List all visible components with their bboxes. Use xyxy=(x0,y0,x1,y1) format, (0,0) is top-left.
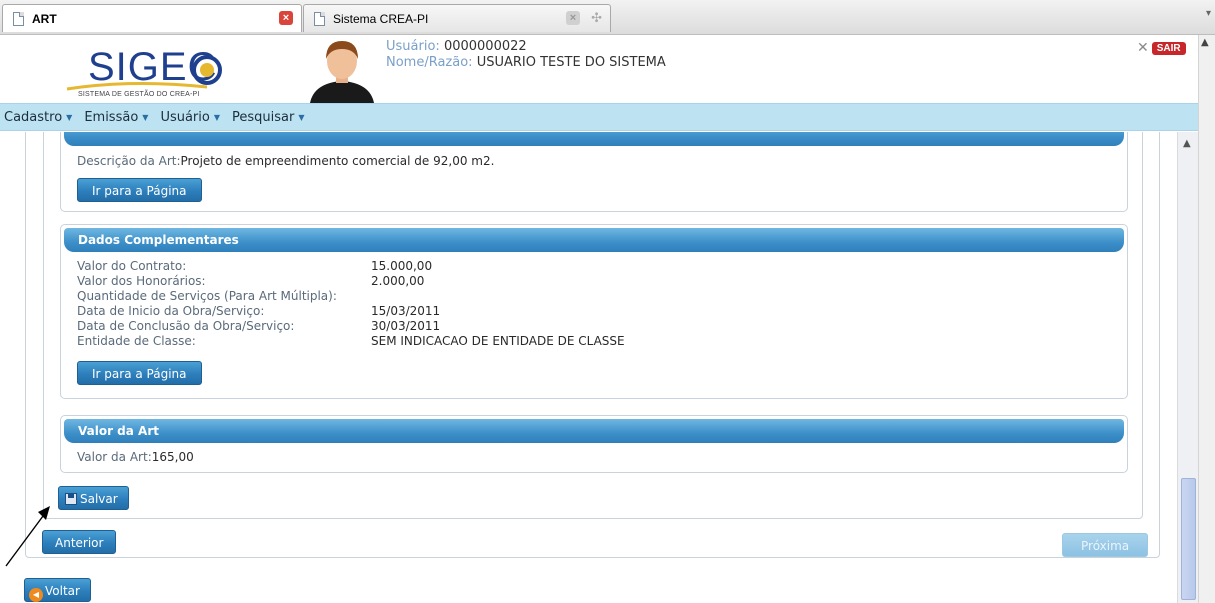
user-value: 0000000022 xyxy=(443,39,527,54)
logo-swoosh xyxy=(66,81,208,91)
main-menu: Cadastro ▼ Emissão ▼ Usuário ▼ Pesquisar… xyxy=(0,103,1198,131)
art-value-value: 165,00 xyxy=(151,450,194,464)
logo-subtitle: SISTEMA DE GESTÃO DO CREA-PI xyxy=(78,91,200,98)
next-button[interactable]: Próxima xyxy=(1062,533,1149,557)
menu-usuario[interactable]: Usuário ▼ xyxy=(160,110,220,125)
art-value-label: Valor da Art: xyxy=(77,450,152,464)
browser-tab-art[interactable]: ART × xyxy=(2,4,302,32)
caret-down-icon: ▼ xyxy=(66,112,73,122)
content-area: Descrição da Art:Projeto de empreendimen… xyxy=(0,132,1198,603)
logout-label: SAIR xyxy=(1151,41,1186,55)
user-label: Usuário: xyxy=(386,39,440,54)
panel-header-complementary: Dados Complementares xyxy=(64,228,1124,252)
complementary-data-panel: Dados Complementares Valor do Contrato: … xyxy=(60,224,1128,399)
tab-list-arrow-icon[interactable]: ▾ xyxy=(1206,8,1211,19)
page-icon xyxy=(13,11,24,26)
browser-tab-strip: ART × Sistema CREA-PI × ✣ ▾ xyxy=(0,0,1215,35)
back-label: Voltar xyxy=(45,584,80,598)
browser-tab-crea[interactable]: Sistema CREA-PI × ✣ xyxy=(303,4,611,32)
name-value: USUARIO TESTE DO SISTEMA xyxy=(476,55,666,70)
back-button[interactable]: ◀ Voltar xyxy=(24,578,91,602)
row-value: 30/03/2011 xyxy=(371,319,441,333)
logout-x-icon: ✕ xyxy=(1137,40,1149,56)
row-label: Data de Conclusão da Obra/Serviço: xyxy=(77,319,295,333)
save-label: Salvar xyxy=(80,492,118,506)
user-avatar xyxy=(306,37,378,103)
menu-label: Emissão xyxy=(84,109,139,125)
description-value: Projeto de empreendimento comercial de 9… xyxy=(180,154,495,168)
new-tab-icon[interactable]: ✣ xyxy=(591,10,602,26)
close-tab-icon[interactable]: × xyxy=(279,11,293,25)
caret-down-icon: ▼ xyxy=(213,112,220,122)
data-row: Data de Conclusão da Obra/Serviço: 30/03… xyxy=(77,319,1127,334)
caret-down-icon: ▼ xyxy=(142,112,149,122)
row-label: Data de Inicio da Obra/Serviço: xyxy=(77,304,265,318)
row-value: 15/03/2011 xyxy=(371,304,441,318)
go-to-page-button[interactable]: Ir para a Página xyxy=(77,361,202,385)
name-label: Nome/Razão: xyxy=(386,55,473,70)
data-row: Quantidade de Serviços (Para Art Múltipl… xyxy=(77,289,1127,304)
panel-header xyxy=(64,132,1124,146)
art-value-panel: Valor da Art Valor da Art:165,00 xyxy=(60,415,1128,473)
menu-label: Cadastro xyxy=(4,109,63,125)
scroll-up-icon[interactable]: ▲ xyxy=(1201,37,1209,48)
go-to-page-button[interactable]: Ir para a Página xyxy=(77,178,202,202)
caret-down-icon: ▼ xyxy=(298,112,305,122)
row-label: Quantidade de Serviços (Para Art Múltipl… xyxy=(77,289,337,303)
save-button[interactable]: Salvar xyxy=(58,486,129,510)
menu-cadastro[interactable]: Cadastro ▼ xyxy=(4,110,72,125)
panel-header-value: Valor da Art xyxy=(64,419,1124,443)
close-tab-icon[interactable]: × xyxy=(566,11,580,25)
data-row: Valor do Contrato: 15.000,00 xyxy=(77,259,1127,274)
data-row: Data de Inicio da Obra/Serviço: 15/03/20… xyxy=(77,304,1127,319)
menu-label: Pesquisar xyxy=(232,109,295,125)
window-scrollbar[interactable]: ▲ xyxy=(1198,35,1215,603)
row-label: Valor do Contrato: xyxy=(77,259,187,273)
app-header: SIGEC SISTEMA DE GESTÃO DO CREA-PI Usuár… xyxy=(0,35,1198,103)
menu-emissao[interactable]: Emissão ▼ xyxy=(84,110,148,125)
row-label: Valor dos Honorários: xyxy=(77,274,206,288)
user-info: Usuário: 0000000022 Nome/Razão: USUARIO … xyxy=(386,39,666,71)
row-value: SEM INDICACAO DE ENTIDADE DE CLASSE xyxy=(371,334,625,348)
sigec-logo: SIGEC SISTEMA DE GESTÃO DO CREA-PI xyxy=(62,43,232,101)
floppy-disk-icon xyxy=(65,493,77,505)
row-label: Entidade de Classe: xyxy=(77,334,196,348)
scroll-up-icon[interactable]: ▲ xyxy=(1183,138,1191,149)
description-label: Descrição da Art: xyxy=(77,154,181,168)
tab-label: ART xyxy=(32,11,57,26)
page-icon xyxy=(314,11,325,26)
content-scrollbar[interactable]: ▲ xyxy=(1177,132,1198,603)
tab-label: Sistema CREA-PI xyxy=(333,11,429,26)
logout-button[interactable]: ✕ SAIR xyxy=(1137,40,1186,56)
back-arrow-icon: ◀ xyxy=(29,588,43,602)
previous-button[interactable]: Anterior xyxy=(42,530,117,554)
data-row: Valor dos Honorários: 2.000,00 xyxy=(77,274,1127,289)
description-panel: Descrição da Art:Projeto de empreendimen… xyxy=(60,132,1128,212)
row-value: 2.000,00 xyxy=(371,274,425,288)
row-value: 15.000,00 xyxy=(371,259,433,273)
scrollbar-thumb[interactable] xyxy=(1181,478,1196,600)
data-row: Entidade de Classe: SEM INDICACAO DE ENT… xyxy=(77,334,1127,349)
menu-pesquisar[interactable]: Pesquisar ▼ xyxy=(232,110,305,125)
menu-label: Usuário xyxy=(160,109,210,125)
